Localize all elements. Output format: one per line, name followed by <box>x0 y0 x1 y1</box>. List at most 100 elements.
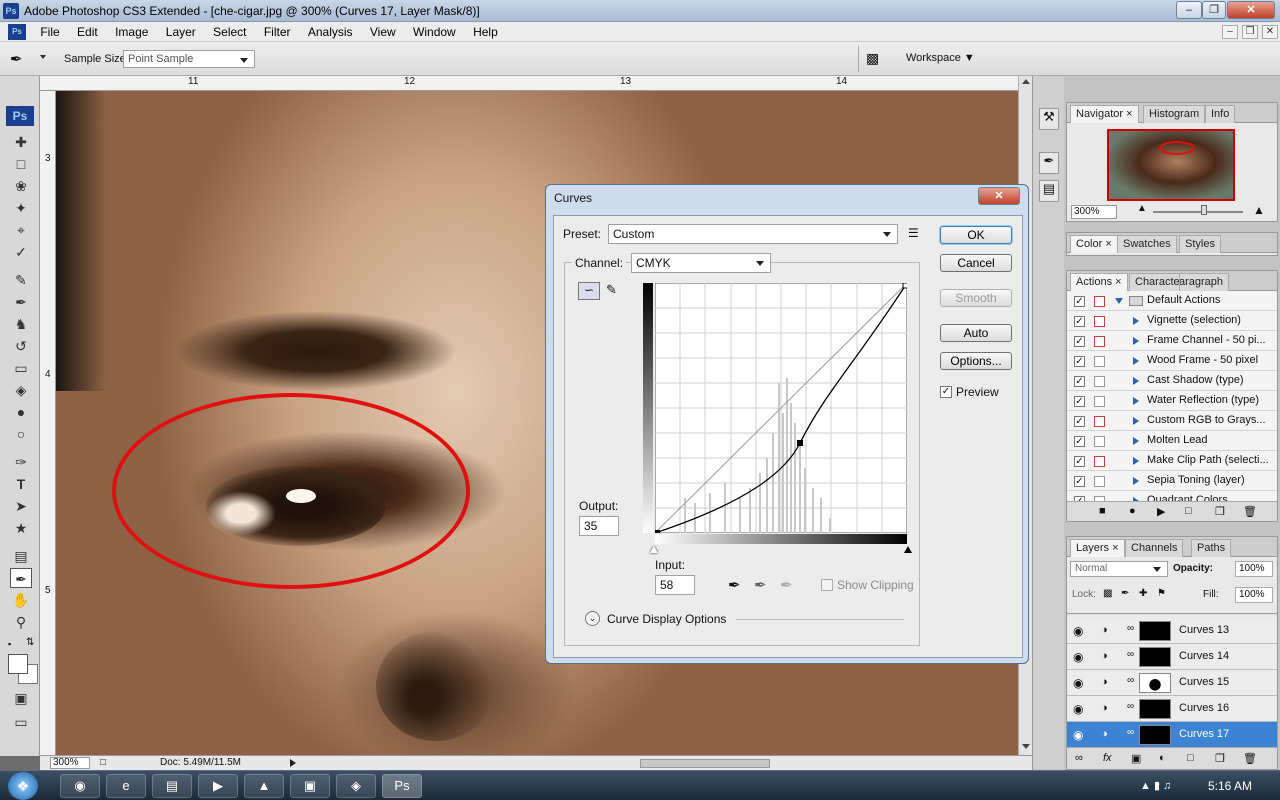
path-selection-tool-icon[interactable]: ➤ <box>10 496 32 516</box>
eyedropper-tool-icon[interactable]: ✒ <box>10 50 23 68</box>
adjustment-icon[interactable]: ◑ <box>1101 624 1108 636</box>
record-icon[interactable]: ● <box>1129 505 1136 517</box>
tool-presets-icon[interactable]: ⚒ <box>1039 108 1059 130</box>
lock-all-icon[interactable]: ⚑ <box>1157 588 1166 599</box>
add-mask-icon[interactable]: ▣ <box>1131 752 1141 765</box>
tab-styles[interactable]: Styles <box>1179 235 1221 253</box>
tab-channels[interactable]: Channels <box>1125 539 1184 557</box>
photoshop-taskbar-icon[interactable]: Ps <box>382 774 422 798</box>
default-colors-icon[interactable]: ▪ <box>8 639 11 649</box>
options-button[interactable]: Options... <box>940 352 1012 370</box>
zoom-in-icon[interactable]: ▲ <box>1253 203 1265 217</box>
show-clipping-checkbox[interactable] <box>821 579 833 591</box>
horizontal-scroll-thumb[interactable] <box>640 759 770 768</box>
shape-tool-icon[interactable]: ★ <box>10 518 32 538</box>
action-item[interactable]: ✓ Wood Frame - 50 pixel <box>1067 351 1277 371</box>
action-enabled-checkbox[interactable]: ✓ <box>1074 336 1085 347</box>
action-item[interactable]: ✓ Water Reflection (type) <box>1067 391 1277 411</box>
lock-transparent-icon[interactable]: ▩ <box>1103 588 1112 599</box>
minimize-button[interactable]: – <box>1176 1 1202 19</box>
expand-action-icon[interactable] <box>1133 377 1139 385</box>
layer-mask-thumbnail[interactable] <box>1139 673 1171 693</box>
action-item[interactable]: ✓Quadrant Colors <box>1067 491 1277 501</box>
stop-icon[interactable]: ■ <box>1099 505 1106 517</box>
tab-actions[interactable]: Actions × <box>1070 273 1128 291</box>
dialog-toggle-icon[interactable] <box>1094 296 1105 307</box>
expand-action-icon[interactable] <box>1133 437 1139 445</box>
dialog-toggle-icon[interactable] <box>1094 396 1105 407</box>
white-point-slider[interactable] <box>650 546 658 553</box>
tab-navigator[interactable]: Navigator × <box>1070 105 1139 123</box>
expand-action-icon[interactable] <box>1133 417 1139 425</box>
fill-field[interactable]: 100% <box>1235 587 1273 603</box>
new-layer-icon[interactable]: ❐ <box>1215 752 1225 765</box>
action-item[interactable]: ✓ Cast Shadow (type) <box>1067 371 1277 391</box>
chrome-taskbar-icon[interactable]: ◉ <box>60 774 100 798</box>
new-set-icon[interactable]: □ <box>1185 505 1192 517</box>
pen-tool-icon[interactable]: ✑ <box>10 452 32 472</box>
hand-tool-icon[interactable]: ✋ <box>10 590 32 610</box>
white-eyedropper-icon[interactable]: ✒ <box>780 576 793 594</box>
layer-row[interactable]: ◉ ◑ ∞ Curves 17 <box>1067 722 1277 747</box>
dialog-toggle-icon[interactable] <box>1094 376 1105 387</box>
action-enabled-checkbox[interactable]: ✓ <box>1074 456 1085 467</box>
mask-link-icon[interactable]: ∞ <box>1127 675 1134 686</box>
expand-action-icon[interactable] <box>1133 357 1139 365</box>
action-enabled-checkbox[interactable]: ✓ <box>1074 296 1085 307</box>
dialog-toggle-icon[interactable] <box>1094 316 1105 327</box>
action-enabled-checkbox[interactable]: ✓ <box>1074 316 1085 327</box>
dialog-toggle-icon[interactable] <box>1094 416 1105 427</box>
menu-filter[interactable]: Filter <box>257 22 298 42</box>
tool-palette-icon[interactable]: ▩ <box>866 50 879 67</box>
menu-analysis[interactable]: Analysis <box>301 22 360 42</box>
preset-options-icon[interactable]: ☰ <box>908 226 919 240</box>
layer-mask-thumbnail[interactable] <box>1139 725 1171 745</box>
paint-bucket-tool-icon[interactable]: ◈ <box>10 380 32 400</box>
visibility-eye-icon[interactable]: ◉ <box>1073 702 1083 716</box>
dialog-toggle-icon[interactable] <box>1094 336 1105 347</box>
quick-mask-icon[interactable]: ▣ <box>10 688 32 708</box>
curves-close-button[interactable]: ✕ <box>978 187 1020 205</box>
marquee-tool-icon[interactable]: □ <box>10 154 32 174</box>
tab-info[interactable]: Info <box>1205 105 1236 123</box>
history-brush-tool-icon[interactable]: ↺ <box>10 336 32 356</box>
output-field[interactable]: 35 <box>579 516 619 536</box>
action-item[interactable]: ✓ Make Clip Path (selecti... <box>1067 451 1277 471</box>
clone-stamp-tool-icon[interactable]: ♞ <box>10 314 32 334</box>
menu-file[interactable]: File <box>33 22 66 42</box>
navigator-zoom-thumb[interactable] <box>1201 205 1207 215</box>
brush-tool-icon[interactable]: ✒ <box>10 292 32 312</box>
tab-layers[interactable]: Layers × <box>1070 539 1125 557</box>
doc-minimize-button[interactable]: – <box>1222 25 1238 39</box>
tray-icons[interactable]: ▲ ▮ ♫ <box>1140 779 1171 792</box>
tool-preset-dropdown-icon[interactable] <box>40 55 46 59</box>
tab-paragraph[interactable]: Paragraph <box>1179 273 1229 291</box>
delete-action-icon[interactable]: 🗑 <box>1243 505 1257 518</box>
delete-layer-icon[interactable]: 🗑 <box>1243 752 1257 765</box>
mask-link-icon[interactable]: ∞ <box>1127 701 1134 712</box>
smooth-button[interactable]: Smooth <box>940 289 1012 307</box>
zoom-out-icon[interactable]: ▲ <box>1137 203 1147 214</box>
crop-tool-icon[interactable]: ⌖ <box>10 220 32 240</box>
status-info-icon[interactable]: □ <box>100 757 106 768</box>
opacity-field[interactable]: 100% <box>1235 561 1273 577</box>
expand-action-icon[interactable] <box>1133 397 1139 405</box>
dialog-toggle-icon[interactable] <box>1094 436 1105 447</box>
action-item[interactable]: ✓ Vignette (selection) <box>1067 311 1277 331</box>
expand-set-icon[interactable] <box>1115 298 1123 304</box>
scroll-up-arrow-icon[interactable] <box>1022 79 1030 84</box>
input-field[interactable]: 58 <box>655 575 695 595</box>
black-point-slider[interactable] <box>904 546 912 553</box>
play-icon[interactable]: ▶ <box>1157 505 1165 518</box>
scroll-down-arrow-icon[interactable] <box>1022 744 1030 749</box>
action-enabled-checkbox[interactable]: ✓ <box>1074 396 1085 407</box>
menu-layer[interactable]: Layer <box>159 22 203 42</box>
adjustment-layer-icon[interactable]: ◐ <box>1159 752 1166 764</box>
expand-action-icon[interactable] <box>1133 317 1139 325</box>
navigator-zoom-field[interactable]: 300% <box>1071 205 1117 219</box>
close-button[interactable]: ✕ <box>1227 1 1275 19</box>
brushes-icon[interactable]: ✒ <box>1039 152 1059 174</box>
menu-window[interactable]: Window <box>406 22 463 42</box>
action-enabled-checkbox[interactable]: ✓ <box>1074 476 1085 487</box>
dialog-toggle-icon[interactable] <box>1094 456 1105 467</box>
